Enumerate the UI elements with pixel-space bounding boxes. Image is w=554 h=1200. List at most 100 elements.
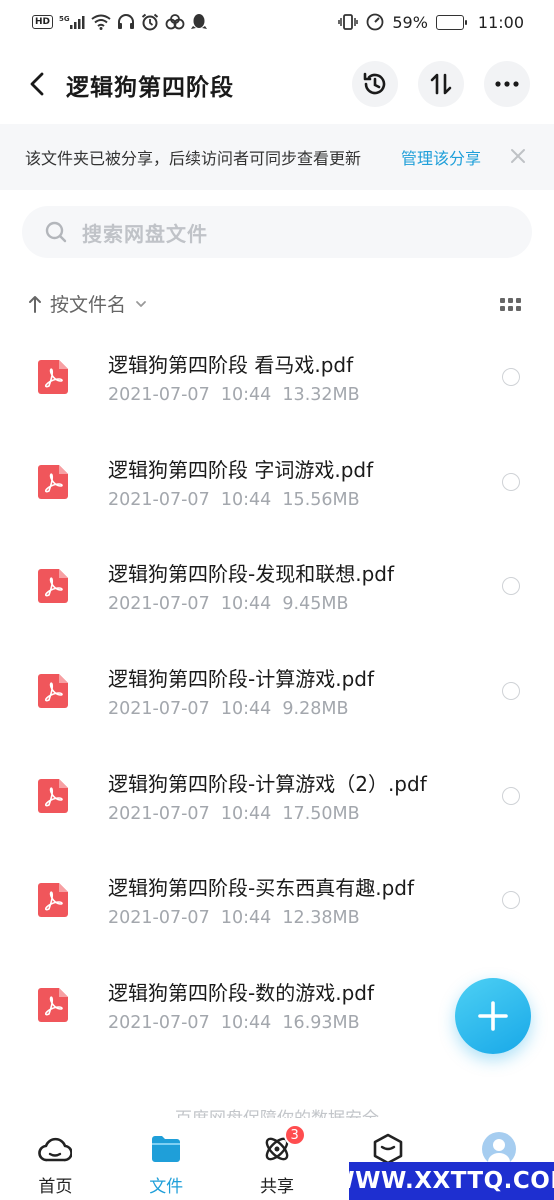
manage-share-link[interactable]: 管理该分享 [401, 145, 481, 169]
status-left-icons: HD 5G [32, 13, 208, 31]
select-radio[interactable] [502, 472, 520, 491]
file-size: 9.28MB [282, 699, 349, 720]
file-time: 10:44 [220, 908, 272, 929]
nav-item-files[interactable]: 文件 [111, 1118, 222, 1200]
battery-percent: 59% [392, 12, 428, 32]
speedometer-icon [366, 13, 384, 31]
file-name: 逻辑狗第四阶段-数的游戏.pdf [108, 981, 375, 1006]
file-size: 15.56MB [282, 489, 360, 510]
app-header: 逻辑狗第四阶段 [0, 54, 554, 114]
page-title: 逻辑狗第四阶段 [66, 75, 234, 101]
select-radio[interactable] [502, 368, 520, 386]
svg-text:5G: 5G [59, 15, 70, 23]
history-icon [363, 72, 386, 95]
sort-label: 按文件名 [50, 294, 127, 316]
select-radio[interactable] [502, 891, 520, 910]
vibrate-icon [338, 14, 359, 30]
grid-view-toggle[interactable] [500, 298, 522, 314]
battery-icon [435, 14, 467, 30]
wifi-icon [91, 14, 111, 30]
watermark: WWW.XXTTQ.COM [329, 1162, 554, 1200]
home-cloud-icon [38, 1132, 73, 1166]
clock: 11:00 [477, 12, 524, 32]
search-placeholder: 搜索网盘文件 [82, 221, 208, 246]
search-input[interactable]: 搜索网盘文件 [22, 206, 532, 258]
file-time: 10:44 [220, 489, 272, 510]
file-size: 16.93MB [282, 1013, 360, 1034]
avatar [481, 1132, 516, 1166]
select-radio[interactable] [502, 786, 520, 805]
close-banner-button[interactable] [508, 146, 528, 166]
select-radio[interactable] [502, 682, 520, 701]
qq-icon [191, 13, 208, 31]
file-row[interactable]: 逻辑狗第四阶段 看马戏.pdf 2021-07-07 10:44 13.32MB [0, 332, 554, 437]
back-button[interactable] [20, 66, 54, 102]
file-date: 2021-07-07 [108, 489, 210, 510]
file-size: 13.32MB [282, 385, 360, 405]
pdf-file-icon [38, 464, 68, 499]
transfer-button[interactable] [418, 61, 464, 107]
chevron-down-icon [136, 300, 146, 307]
file-meta: 2021-07-07 10:44 9.45MB [108, 594, 349, 614]
file-time: 10:44 [220, 1013, 272, 1034]
history-button[interactable] [352, 61, 398, 107]
nav-label: 文件 [149, 1177, 184, 1197]
file-row[interactable]: 逻辑狗第四阶段-计算游戏（2）.pdf 2021-07-07 10:44 17.… [0, 751, 554, 856]
pdf-file-icon [38, 569, 68, 604]
share-banner-text: 该文件夹已被分享，后续访问者可同步查看更新 [25, 149, 362, 168]
file-date: 2021-07-07 [108, 1013, 210, 1034]
nav-item-share[interactable]: 共享 3 [222, 1118, 333, 1200]
hd-badge: HD [32, 15, 54, 29]
file-time: 10:44 [220, 385, 272, 405]
add-fab-button[interactable] [455, 978, 531, 1054]
search-icon [45, 221, 67, 243]
back-arrow-icon [30, 72, 44, 96]
headphones-icon [117, 14, 135, 30]
more-button[interactable] [484, 61, 530, 107]
file-date: 2021-07-07 [108, 908, 210, 929]
file-size: 12.38MB [282, 908, 360, 929]
sort-selector[interactable]: 按文件名 [28, 290, 148, 317]
pdf-file-icon [38, 360, 68, 394]
grid-dot [516, 298, 521, 303]
nav-item-home[interactable]: 首页 [0, 1118, 111, 1200]
file-meta: 2021-07-07 10:44 16.93MB [108, 1013, 360, 1033]
file-name: 逻辑狗第四阶段 字词游戏.pdf [108, 457, 374, 482]
select-radio[interactable] [502, 577, 520, 596]
file-date: 2021-07-07 [108, 385, 210, 405]
grid-dot [508, 298, 513, 303]
nav-label: 共享 [259, 1177, 294, 1197]
file-name: 逻辑狗第四阶段-计算游戏（2）.pdf [108, 771, 427, 796]
grid-dot [508, 306, 513, 311]
file-list: 逻辑狗第四阶段 看马戏.pdf 2021-07-07 10:44 13.32MB… [0, 332, 554, 1065]
file-row[interactable]: 逻辑狗第四阶段-发现和联想.pdf 2021-07-07 10:44 9.45M… [0, 541, 554, 646]
file-row[interactable]: 逻辑狗第四阶段-买东西真有趣.pdf 2021-07-07 10:44 12.3… [0, 855, 554, 960]
file-row[interactable]: 逻辑狗第四阶段 字词游戏.pdf 2021-07-07 10:44 15.56M… [0, 437, 554, 542]
signal-icon: 5G [59, 14, 85, 30]
file-time: 10:44 [220, 699, 272, 720]
file-time: 10:44 [220, 803, 272, 824]
discover-box-icon [371, 1132, 405, 1166]
file-size: 9.45MB [282, 594, 349, 615]
file-meta: 2021-07-07 10:44 17.50MB [108, 804, 360, 824]
file-name: 逻辑狗第四阶段 看马戏.pdf [108, 353, 354, 377]
pdf-file-icon [38, 883, 68, 918]
folder-icon [149, 1132, 183, 1166]
file-date: 2021-07-07 [108, 699, 210, 720]
cloud-app-icon [165, 14, 185, 30]
grid-dot [500, 306, 505, 311]
more-dots-icon [495, 81, 519, 87]
file-meta: 2021-07-07 10:44 13.32MB [108, 385, 360, 405]
plus-icon [478, 1001, 508, 1031]
file-row[interactable]: 逻辑狗第四阶段-计算游戏.pdf 2021-07-07 10:44 9.28MB [0, 646, 554, 751]
file-size: 17.50MB [282, 803, 360, 824]
grid-dot [500, 298, 505, 303]
file-meta: 2021-07-07 10:44 9.28MB [108, 699, 349, 719]
file-time: 10:44 [220, 594, 272, 615]
pdf-file-icon [38, 988, 68, 1023]
alarm-icon [141, 13, 159, 31]
pdf-file-icon [38, 778, 68, 813]
file-name: 逻辑狗第四阶段-买东西真有趣.pdf [108, 876, 415, 901]
avatar-icon [481, 1132, 516, 1166]
file-name: 逻辑狗第四阶段-发现和联想.pdf [108, 562, 395, 587]
